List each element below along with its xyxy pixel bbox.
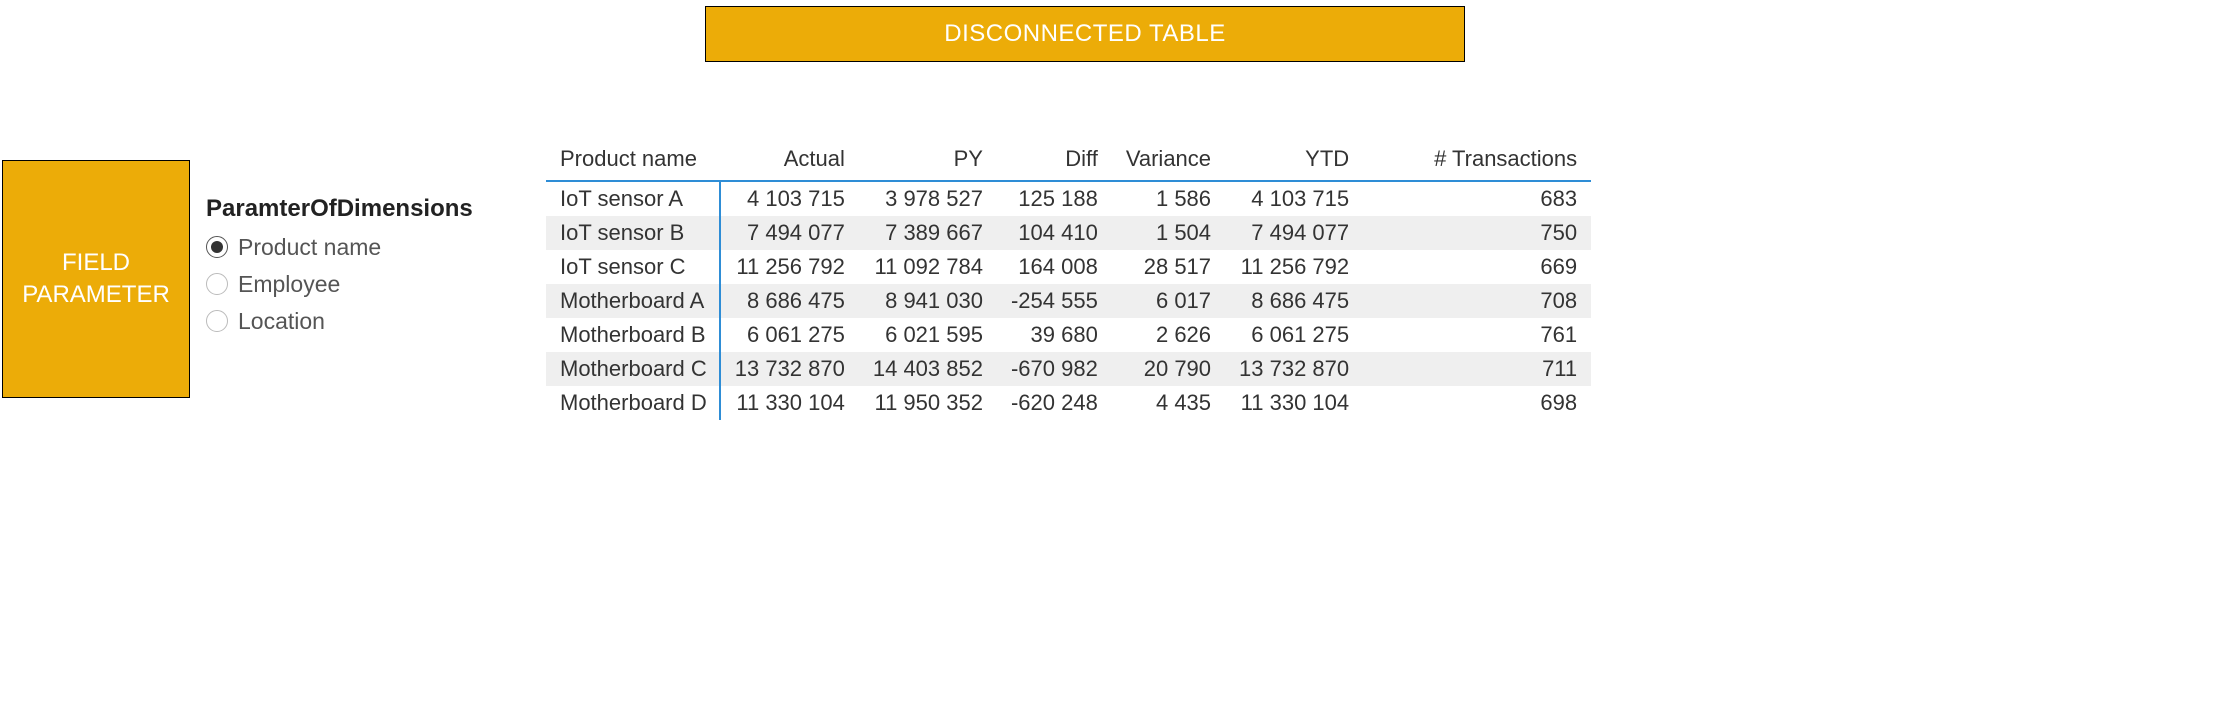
cell-row-header: IoT sensor B bbox=[546, 216, 720, 250]
table-row[interactable]: Motherboard C 13 732 870 14 403 852 -670… bbox=[546, 352, 1591, 386]
cell-py: 3 978 527 bbox=[859, 181, 997, 216]
cell-variance: 6 017 bbox=[1112, 284, 1225, 318]
cell-diff: 164 008 bbox=[997, 250, 1112, 284]
cell-py: 6 021 595 bbox=[859, 318, 997, 352]
table-row[interactable]: IoT sensor A 4 103 715 3 978 527 125 188… bbox=[546, 181, 1591, 216]
cell-py: 7 389 667 bbox=[859, 216, 997, 250]
cell-diff: 39 680 bbox=[997, 318, 1112, 352]
cell-ytd: 8 686 475 bbox=[1225, 284, 1363, 318]
col-header-variance[interactable]: Variance bbox=[1112, 140, 1225, 181]
cell-actual: 11 256 792 bbox=[720, 250, 859, 284]
cell-ytd: 4 103 715 bbox=[1225, 181, 1363, 216]
cell-txn: 711 bbox=[1363, 352, 1591, 386]
cell-row-header: Motherboard B bbox=[546, 318, 720, 352]
cell-ytd: 11 330 104 bbox=[1225, 386, 1363, 420]
col-header-py[interactable]: PY bbox=[859, 140, 997, 181]
slicer-title: ParamterOfDimensions bbox=[206, 195, 506, 223]
cell-py: 14 403 852 bbox=[859, 352, 997, 386]
table-row[interactable]: IoT sensor C 11 256 792 11 092 784 164 0… bbox=[546, 250, 1591, 284]
table-row[interactable]: Motherboard B 6 061 275 6 021 595 39 680… bbox=[546, 318, 1591, 352]
cell-txn: 698 bbox=[1363, 386, 1591, 420]
slicer-option-product-name[interactable]: Product name bbox=[206, 229, 506, 266]
cell-ytd: 13 732 870 bbox=[1225, 352, 1363, 386]
cell-py: 11 092 784 bbox=[859, 250, 997, 284]
col-header-product-name[interactable]: Product name bbox=[546, 140, 720, 181]
slicer-option-label: Location bbox=[238, 303, 325, 340]
cell-diff: 125 188 bbox=[997, 181, 1112, 216]
slicer-parameter-of-dimensions: ParamterOfDimensions Product name Employ… bbox=[206, 195, 506, 339]
cell-txn: 683 bbox=[1363, 181, 1591, 216]
cell-actual: 13 732 870 bbox=[720, 352, 859, 386]
col-header-ytd[interactable]: YTD bbox=[1225, 140, 1363, 181]
table-row[interactable]: Motherboard A 8 686 475 8 941 030 -254 5… bbox=[546, 284, 1591, 318]
cell-py: 8 941 030 bbox=[859, 284, 997, 318]
col-header-diff[interactable]: Diff bbox=[997, 140, 1112, 181]
radio-unselected-icon bbox=[206, 273, 228, 295]
cell-actual: 6 061 275 bbox=[720, 318, 859, 352]
cell-actual: 4 103 715 bbox=[720, 181, 859, 216]
cell-row-header: IoT sensor A bbox=[546, 181, 720, 216]
cell-txn: 750 bbox=[1363, 216, 1591, 250]
slicer-option-label: Employee bbox=[238, 266, 340, 303]
cell-actual: 11 330 104 bbox=[720, 386, 859, 420]
radio-unselected-icon bbox=[206, 310, 228, 332]
cell-variance: 4 435 bbox=[1112, 386, 1225, 420]
cell-row-header: Motherboard C bbox=[546, 352, 720, 386]
col-header-actual[interactable]: Actual bbox=[720, 140, 859, 181]
slicer-option-label: Product name bbox=[238, 229, 381, 266]
slicer-option-employee[interactable]: Employee bbox=[206, 266, 506, 303]
cell-txn: 708 bbox=[1363, 284, 1591, 318]
cell-ytd: 7 494 077 bbox=[1225, 216, 1363, 250]
matrix-table: Product name Actual PY Diff Variance YTD… bbox=[546, 140, 1591, 420]
matrix-visual[interactable]: Product name Actual PY Diff Variance YTD… bbox=[546, 140, 1591, 420]
banner-field-parameter: FIELD PARAMETER bbox=[2, 160, 190, 398]
cell-ytd: 6 061 275 bbox=[1225, 318, 1363, 352]
radio-selected-icon bbox=[206, 236, 228, 258]
cell-txn: 669 bbox=[1363, 250, 1591, 284]
table-row[interactable]: Motherboard D 11 330 104 11 950 352 -620… bbox=[546, 386, 1591, 420]
cell-py: 11 950 352 bbox=[859, 386, 997, 420]
cell-variance: 1 586 bbox=[1112, 181, 1225, 216]
cell-row-header: Motherboard A bbox=[546, 284, 720, 318]
cell-diff: -620 248 bbox=[997, 386, 1112, 420]
cell-actual: 8 686 475 bbox=[720, 284, 859, 318]
cell-variance: 1 504 bbox=[1112, 216, 1225, 250]
cell-diff: -254 555 bbox=[997, 284, 1112, 318]
cell-variance: 20 790 bbox=[1112, 352, 1225, 386]
cell-row-header: Motherboard D bbox=[546, 386, 720, 420]
col-header-transactions[interactable]: # Transactions bbox=[1363, 140, 1591, 181]
table-row[interactable]: IoT sensor B 7 494 077 7 389 667 104 410… bbox=[546, 216, 1591, 250]
cell-diff: 104 410 bbox=[997, 216, 1112, 250]
canvas: DISCONNECTED TABLE FIELD PARAMETER Param… bbox=[0, 0, 2232, 712]
cell-variance: 28 517 bbox=[1112, 250, 1225, 284]
matrix-header-row: Product name Actual PY Diff Variance YTD… bbox=[546, 140, 1591, 181]
cell-variance: 2 626 bbox=[1112, 318, 1225, 352]
slicer-option-location[interactable]: Location bbox=[206, 303, 506, 340]
banner-disconnected-table: DISCONNECTED TABLE bbox=[705, 6, 1465, 62]
cell-diff: -670 982 bbox=[997, 352, 1112, 386]
cell-row-header: IoT sensor C bbox=[546, 250, 720, 284]
cell-actual: 7 494 077 bbox=[720, 216, 859, 250]
cell-ytd: 11 256 792 bbox=[1225, 250, 1363, 284]
cell-txn: 761 bbox=[1363, 318, 1591, 352]
